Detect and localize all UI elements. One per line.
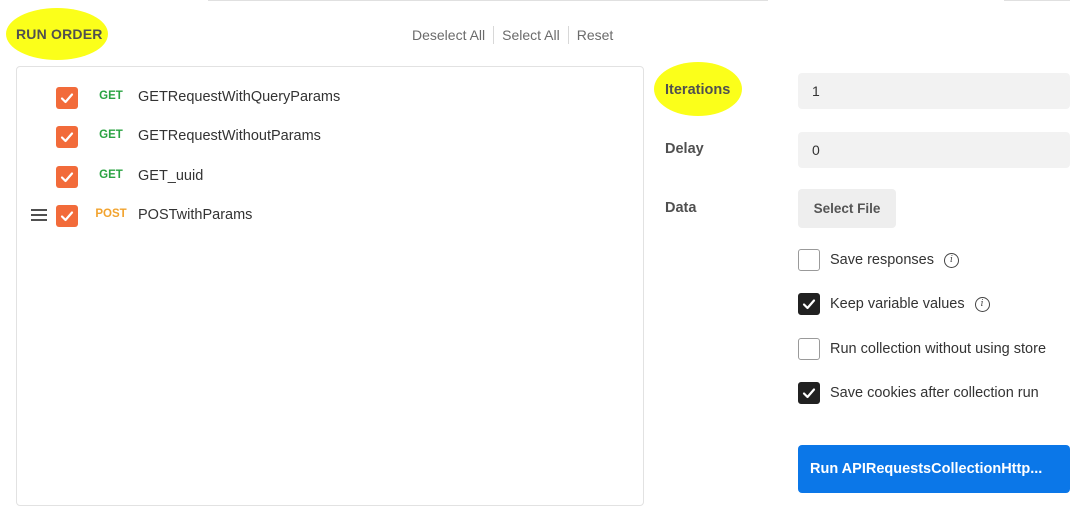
request-checkbox[interactable] (56, 205, 78, 227)
request-name: GETRequestWithoutParams (138, 128, 321, 144)
checkmark-icon (802, 299, 816, 310)
keep-variable-values-checkbox[interactable] (798, 293, 820, 315)
iterations-input[interactable]: 1 (798, 73, 1070, 109)
selection-toolbar: Deselect All Select All Reset (404, 26, 621, 44)
data-label: Data (665, 200, 697, 216)
checkmark-icon (802, 388, 816, 399)
request-checkbox[interactable] (56, 126, 78, 148)
request-item[interactable]: GET GETRequestWithQueryParams (17, 85, 637, 111)
option-label: Save responses (830, 252, 934, 268)
save-responses-option[interactable]: Save responses i (798, 248, 959, 272)
option-label: Run collection without using store (830, 341, 1047, 357)
method-badge: GET (99, 129, 123, 141)
save-responses-checkbox[interactable] (798, 249, 820, 271)
drag-handle-icon[interactable] (31, 209, 47, 223)
method-badge: POST (95, 208, 127, 220)
select-all-button[interactable]: Select All (494, 27, 568, 43)
delay-label: Delay (665, 141, 704, 157)
iterations-label: Iterations (665, 82, 731, 98)
request-checkbox[interactable] (56, 87, 78, 109)
checkmark-icon (60, 132, 74, 143)
info-icon[interactable]: i (974, 296, 990, 312)
checkmark-icon (60, 93, 74, 104)
save-cookies-checkbox[interactable] (798, 382, 820, 404)
info-icon[interactable]: i (943, 252, 959, 268)
delay-input[interactable]: 0 (798, 132, 1070, 168)
checkmark-icon (60, 172, 74, 183)
method-badge: GET (99, 169, 123, 181)
option-label: Save cookies after collection run (830, 385, 1039, 401)
request-list-panel: GET GETRequestWithQueryParams GET GETReq… (16, 66, 644, 506)
checkmark-icon (60, 211, 74, 222)
request-item[interactable]: GET GET_uuid (17, 164, 637, 190)
reset-button[interactable]: Reset (569, 27, 622, 43)
run-without-store-option[interactable]: Run collection without using store (798, 337, 1046, 361)
run-without-store-checkbox[interactable] (798, 338, 820, 360)
run-collection-button[interactable]: Run APIRequestsCollectionHttp... (798, 445, 1070, 493)
request-item[interactable]: POST POSTwithParams (17, 203, 637, 229)
request-name: GETRequestWithQueryParams (138, 89, 341, 105)
method-badge: GET (99, 90, 123, 102)
top-divider (0, 0, 1070, 2)
keep-variable-values-option[interactable]: Keep variable values i (798, 292, 990, 316)
request-item[interactable]: GET GETRequestWithoutParams (17, 124, 637, 150)
save-cookies-option[interactable]: Save cookies after collection run (798, 381, 1039, 405)
run-order-heading: RUN ORDER (16, 26, 103, 42)
request-name: POSTwithParams (138, 207, 253, 223)
request-name: GET_uuid (138, 168, 204, 184)
deselect-all-button[interactable]: Deselect All (404, 27, 493, 43)
request-checkbox[interactable] (56, 166, 78, 188)
option-label: Keep variable values (830, 296, 965, 312)
select-file-button[interactable]: Select File (798, 189, 896, 228)
